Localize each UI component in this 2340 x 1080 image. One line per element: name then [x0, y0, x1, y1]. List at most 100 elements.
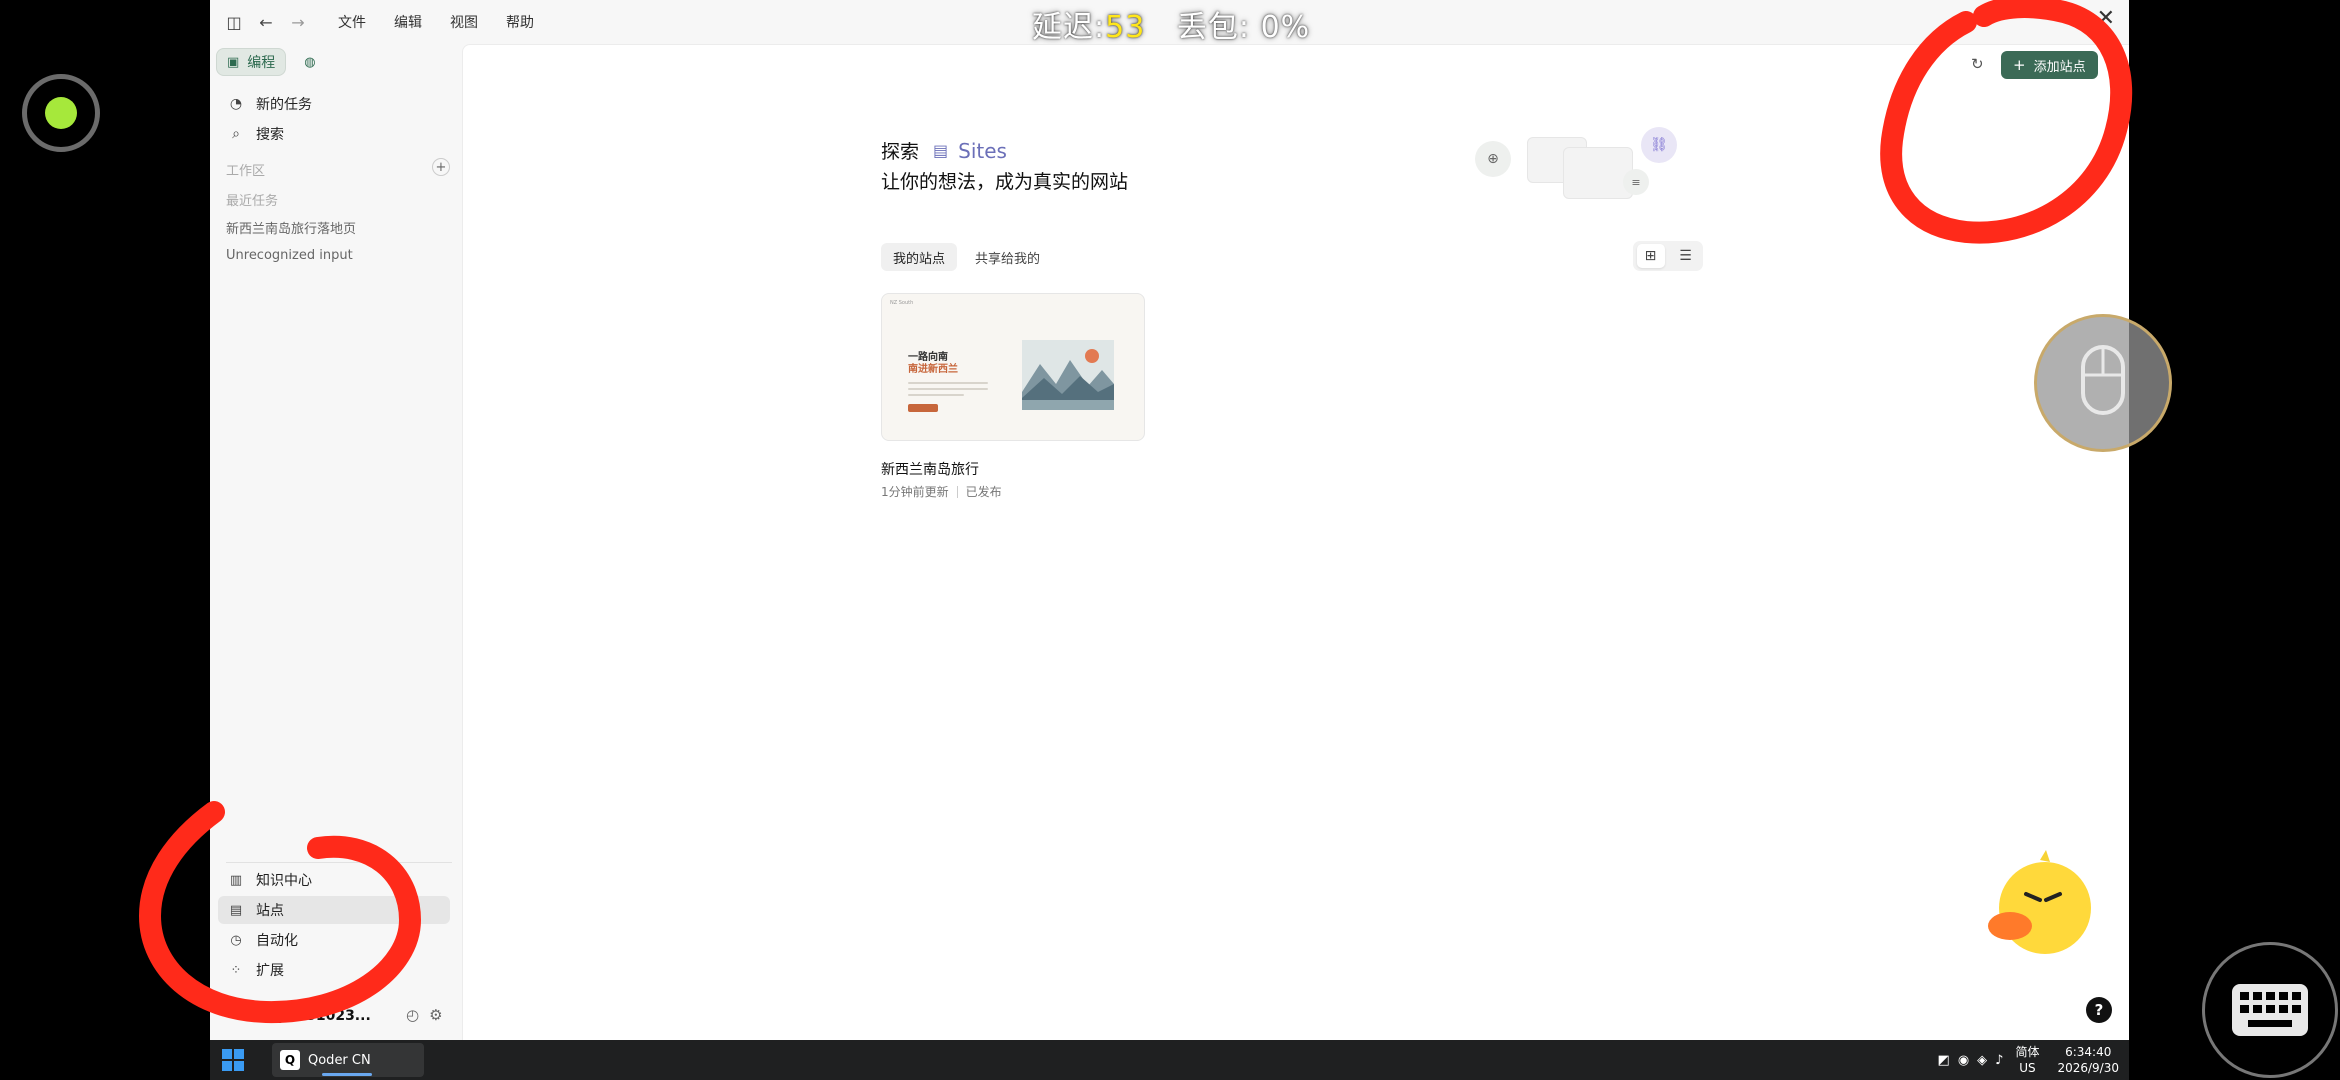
settings-gear-icon[interactable]: ⚙: [429, 1006, 442, 1024]
sidebar-item-sites[interactable]: ▤ 站点: [218, 896, 450, 924]
sidebar-item-label: 扩展: [256, 963, 284, 979]
divider: [226, 862, 452, 863]
duck-mascot-icon[interactable]: [1988, 850, 2098, 960]
forward-arrow-icon[interactable]: →: [286, 10, 310, 34]
sites-brand: Sites: [958, 138, 1007, 163]
loss-value: 0%: [1260, 10, 1311, 45]
preview-brand: NZ South: [890, 300, 914, 306]
refresh-icon[interactable]: ↻: [1971, 55, 1984, 73]
view-toggle: ⊞ ☰: [1633, 241, 1703, 271]
tray-app-icon[interactable]: ◩: [1938, 1053, 1950, 1068]
app-window: ◫ ← → 文件 编辑 视图 帮助 延迟:53 丢包: 0% ✕ ▣ 编程 ◍: [210, 0, 2129, 1040]
grid-view-icon[interactable]: ⊞: [1636, 244, 1665, 268]
site-icon: ▤: [229, 902, 243, 918]
recent-task-item[interactable]: 新西兰南岛旅行落地页: [226, 218, 356, 237]
search-icon: ⌕: [232, 126, 240, 142]
site-meta: 1分钟前更新 已发布: [881, 483, 1002, 500]
network-stats-overlay: 延迟:53 丢包: 0%: [1032, 2, 1310, 46]
keyboard-icon: [2232, 984, 2308, 1036]
site-status: 已发布: [965, 485, 1002, 499]
sidebar-item-knowledge[interactable]: ▥ 知识中心: [218, 866, 450, 894]
keyboard-control-overlay[interactable]: [2202, 942, 2338, 1078]
page-title: 探索 ▤ Sites: [881, 137, 1007, 164]
preview-title-line1: 一路向南: [908, 352, 948, 363]
taskbar-app-qoder[interactable]: Q Qoder CN: [272, 1043, 424, 1077]
title-bar: ◫ ← → 文件 编辑 视图 帮助 延迟:53 丢包: 0% ✕: [210, 0, 2129, 46]
sidebar-item-label: 知识中心: [256, 873, 312, 889]
preview-text-line: [908, 388, 988, 390]
add-site-button[interactable]: + 添加站点: [2001, 51, 2098, 79]
tray-shield-icon[interactable]: ◈: [1977, 1053, 1987, 1068]
new-task-link[interactable]: ◔ 新的任务: [226, 92, 312, 116]
user-actions: ◴ ⚙: [406, 1006, 443, 1024]
windows-start-icon[interactable]: [222, 1049, 244, 1071]
clock-date: 2026/9/30: [2057, 1061, 2119, 1075]
illustration-card: [1563, 147, 1633, 199]
code-panel-icon: ▣: [227, 54, 240, 70]
preview-title-line2: 南进新西兰: [908, 364, 958, 375]
sidebar-item-automation[interactable]: ◷ 自动化: [218, 926, 450, 954]
globe-icon: ⊕: [1475, 141, 1511, 177]
site-name[interactable]: 新西兰南岛旅行: [881, 459, 979, 479]
mouse-icon: [2081, 345, 2125, 415]
site-card-preview[interactable]: NZ South 一路向南 南进新西兰: [881, 293, 1145, 441]
search-link[interactable]: ⌕ 搜索: [226, 122, 284, 146]
mode-switcher: ▣ 编程 ◍: [216, 48, 326, 76]
latency-value: 53: [1105, 10, 1146, 45]
main-content: ↻ + 添加站点 探索 ▤ Sites 让你的想法，成为真实的网站 ⊕ ⛓ ≡ …: [462, 44, 2129, 1040]
database-icon: ≡: [1623, 169, 1649, 195]
link-icon: ⛓: [1641, 127, 1677, 163]
sidebar-item-extensions[interactable]: ⁘ 扩展: [218, 956, 450, 984]
extensions-icon: ⁘: [230, 962, 242, 978]
volume-icon[interactable]: ♪: [1995, 1053, 2003, 1068]
site-tabs: 我的站点 共享给我的: [881, 243, 1052, 271]
clock-time: 6:34:40: [2065, 1045, 2112, 1059]
taskbar-app-label: Qoder CN: [308, 1052, 371, 1068]
add-site-label: 添加站点: [2033, 59, 2086, 75]
mouse-control-overlay[interactable]: [2034, 314, 2172, 452]
mode-design-button[interactable]: ◍: [294, 48, 325, 76]
latency-label: 延迟:: [1032, 10, 1106, 45]
mode-coding-label: 编程: [247, 55, 276, 71]
recent-task-item[interactable]: Unrecognized input: [226, 248, 353, 263]
tray-cat-icon[interactable]: ◉: [1958, 1053, 1969, 1068]
menu-file[interactable]: 文件: [338, 12, 366, 32]
menu-view[interactable]: 视图: [450, 12, 478, 32]
page-subtitle: 让你的想法，成为真实的网站: [881, 171, 1129, 193]
window-close-icon[interactable]: ✕: [2097, 6, 2115, 31]
tab-shared-with-me[interactable]: 共享给我的: [963, 243, 1052, 271]
ime-label: 简体: [2015, 1045, 2040, 1059]
site-updated: 1分钟前更新: [881, 485, 949, 499]
notification-icon[interactable]: ◴: [406, 1006, 419, 1024]
locale-label: US: [2019, 1061, 2036, 1075]
user-name[interactable]: aliyun51023...: [258, 1008, 371, 1024]
qoder-app-icon: Q: [280, 1050, 300, 1070]
sidebar-toggle-icon[interactable]: ◫: [222, 10, 246, 34]
workspace-section-label: 工作区: [226, 164, 266, 179]
automation-icon: ◷: [230, 932, 242, 948]
preview-cta: [908, 404, 938, 412]
sidebar: ▣ 编程 ◍ ◔ 新的任务 ⌕ 搜索 工作区 + 最近任务 新西兰南岛旅行落地页…: [210, 44, 462, 1040]
input-method[interactable]: 简体 US: [2015, 1044, 2039, 1076]
add-workspace-icon[interactable]: +: [432, 158, 450, 176]
sidebar-item-label: 自动化: [256, 933, 298, 949]
shapes-icon: ◍: [304, 54, 316, 70]
book-icon: ▥: [229, 872, 243, 888]
system-tray: ◩ ◉ ◈ ♪ 简体 US 6:34:40 2026/9/30: [1930, 1040, 2119, 1080]
floating-assist-button[interactable]: [22, 74, 100, 152]
loss-label: 丢包:: [1176, 10, 1251, 45]
sites-logo-icon: ▤: [933, 141, 949, 160]
clock[interactable]: 6:34:40 2026/9/30: [2057, 1044, 2119, 1076]
explore-prefix: 探索: [881, 141, 920, 163]
divider: [956, 485, 958, 498]
tab-my-sites[interactable]: 我的站点: [881, 243, 958, 271]
menu-edit[interactable]: 编辑: [394, 12, 422, 32]
preview-title: 一路向南 南进新西兰: [908, 352, 958, 376]
back-arrow-icon[interactable]: ←: [254, 10, 278, 34]
sidebar-item-label: 站点: [256, 903, 284, 919]
menu-help[interactable]: 帮助: [506, 12, 534, 32]
help-button[interactable]: ?: [2086, 997, 2112, 1023]
taskbar: Q Qoder CN ◩ ◉ ◈ ♪ 简体 US 6:34:40 2026/9/…: [210, 1040, 2129, 1080]
list-view-icon[interactable]: ☰: [1672, 244, 1700, 268]
mode-coding-button[interactable]: ▣ 编程: [216, 48, 287, 76]
